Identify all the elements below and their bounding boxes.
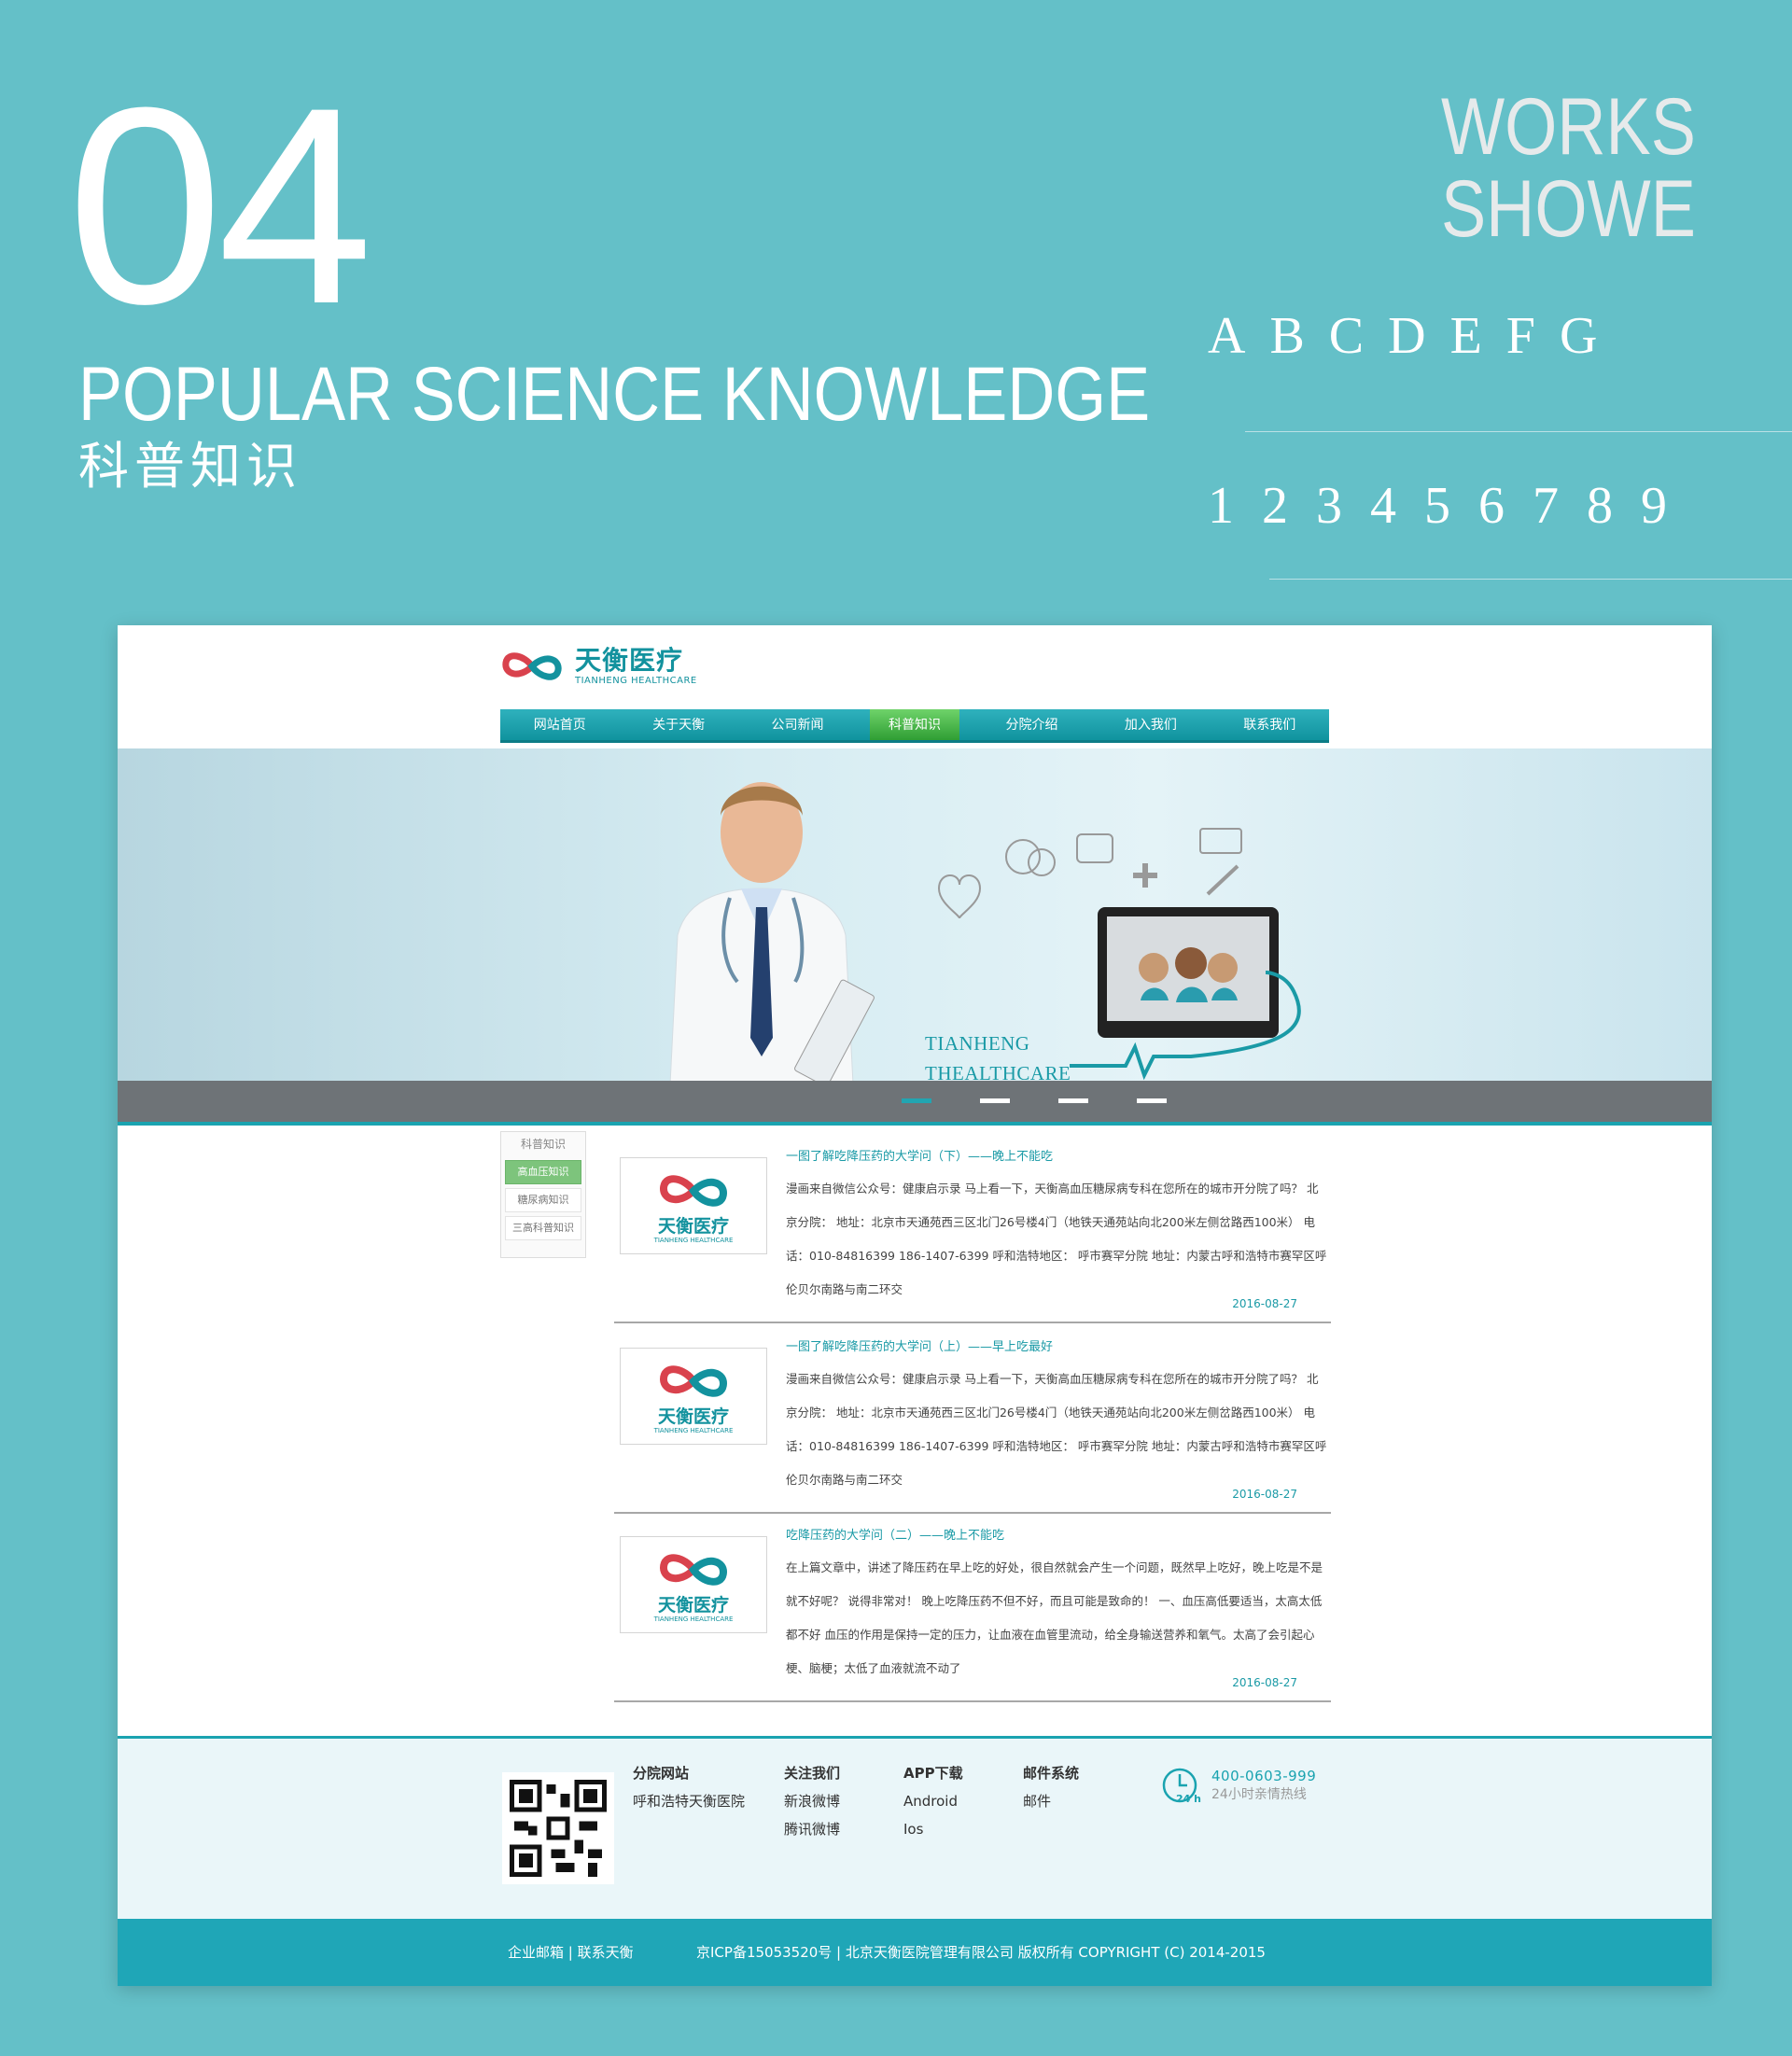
article-date: 2016-08-27 (1232, 1488, 1297, 1501)
thumb-logo-cn: 天衡医疗 (657, 1595, 729, 1615)
side-menu: 科普知识 高血压知识 糖尿病知识 三高科普知识 (500, 1131, 586, 1258)
article-thumbnail[interactable]: 天衡医疗 TIANHENG HEALTHCARE (620, 1536, 767, 1633)
section-title-cn: 科普知识 (78, 437, 302, 496)
works-line-2: SHOWE (1441, 164, 1696, 254)
carousel-dot[interactable] (1058, 1098, 1088, 1103)
nav-science[interactable]: 科普知识 (870, 709, 959, 740)
site-footer: 分院网站 呼和浩特天衡医院 关注我们 新浪微博 腾讯微博 APP下载 Andro… (118, 1736, 1712, 1919)
banner-line-1: TIANHENG (925, 1032, 1030, 1055)
footer-link[interactable]: 呼和浩特天衡医院 (633, 1787, 745, 1815)
works-label: WORKS SHOWE (1441, 86, 1696, 250)
logo-icon (502, 652, 562, 680)
nav-news[interactable]: 公司新闻 (738, 709, 857, 740)
footer-heading: APP下载 (903, 1765, 963, 1782)
bottom-links[interactable]: 企业邮箱 | 联系天衡 (508, 1919, 634, 1986)
article-title[interactable]: 一图了解吃降压药的大学问（下）——晚上不能吃 (786, 1148, 1053, 1167)
carousel-dot[interactable] (902, 1098, 931, 1103)
side-item-hypertension[interactable]: 高血压知识 (505, 1160, 581, 1184)
divider-line (1245, 431, 1792, 432)
footer-follow: 关注我们 新浪微博 腾讯微博 (784, 1759, 840, 1843)
nav-home[interactable]: 网站首页 (500, 709, 619, 740)
article-date: 2016-08-27 (1232, 1676, 1297, 1689)
thumb-logo-en: TIANHENG HEALTHCARE (653, 1237, 734, 1244)
divider-line (1269, 579, 1792, 580)
qr-code (502, 1772, 614, 1884)
nav-about[interactable]: 关于天衡 (619, 709, 737, 740)
footer-link[interactable]: 腾讯微博 (784, 1815, 840, 1843)
hotline: 24 h 400-0603-999 24小时亲情热线 (1161, 1767, 1316, 1808)
footer-branches: 分院网站 呼和浩特天衡医院 (633, 1759, 745, 1815)
banner-divider (118, 1122, 1712, 1126)
footer-link[interactable]: Android (903, 1787, 963, 1815)
hotline-label: 24小时亲情热线 (1211, 1787, 1307, 1802)
footer-app: APP下载 Android Ios (903, 1759, 963, 1843)
footer-heading: 邮件系统 (1023, 1765, 1080, 1782)
article-summary: 在上篇文章中，讲述了降压药在早上吃的好处，很自然就会产生一个问题，既然早上吃好，… (786, 1560, 1323, 1675)
carousel-dot[interactable] (1137, 1098, 1167, 1103)
banner-tagline: TIANHENG THEALTHCARE (925, 1028, 1071, 1088)
hotline-number[interactable]: 400-0603-999 (1211, 1767, 1316, 1785)
nav-contact[interactable]: 联系我们 (1211, 709, 1329, 740)
side-item-three-highs[interactable]: 三高科普知识 (505, 1216, 581, 1240)
article-title[interactable]: 一图了解吃降压药的大学问（上）——早上吃最好 (786, 1338, 1053, 1357)
article-thumbnail[interactable]: 天衡医疗 TIANHENG HEALTHCARE (620, 1348, 767, 1445)
article-summary: 漫画来自微信公众号：健康启示录 马上看一下，天衡高血压糖尿病专科在您所在的城市开… (786, 1372, 1327, 1487)
thumb-logo-cn: 天衡医疗 (657, 1406, 729, 1427)
clock-24h-icon: 24 h (1162, 1768, 1201, 1805)
footer-mail: 邮件系统 邮件 (1023, 1759, 1079, 1815)
thumb-logo-cn: 天衡医疗 (657, 1216, 729, 1237)
hero-banner: TIANHENG THEALTHCARE (118, 748, 1712, 1122)
thumb-logo-en: TIANHENG HEALTHCARE (653, 1427, 734, 1434)
article-thumbnail[interactable]: 天衡医疗 TIANHENG HEALTHCARE (620, 1157, 767, 1254)
letters-sample: ABCDEFG (1208, 307, 1622, 365)
copyright-bar: 企业邮箱 | 联系天衡 京ICP备15053520号 | 北京天衡医院管理有限公… (118, 1919, 1712, 1986)
qr-code-icon (510, 1780, 607, 1877)
side-menu-title: 科普知识 (520, 1138, 566, 1151)
banner-line-2: THEALTHCARE (925, 1062, 1071, 1084)
main-nav: 网站首页 关于天衡 公司新闻 科普知识 分院介绍 加入我们 联系我们 (500, 709, 1329, 743)
section-number: 04 (67, 49, 373, 362)
carousel-dot[interactable] (980, 1098, 1010, 1103)
logo-icon (660, 1365, 727, 1397)
article-summary: 漫画来自微信公众号：健康启示录 马上看一下，天衡高血压糖尿病专科在您所在的城市开… (786, 1182, 1327, 1296)
side-item-diabetes[interactable]: 糖尿病知识 (505, 1188, 581, 1212)
logo-icon (660, 1175, 727, 1207)
nav-branches[interactable]: 分院介绍 (973, 709, 1091, 740)
logo-icon (660, 1554, 727, 1586)
footer-link[interactable]: Ios (903, 1815, 963, 1843)
logo-text-cn: 天衡医疗 (575, 645, 684, 676)
article-item: 天衡医疗 TIANHENG HEALTHCARE 吃降压药的大学问（二）——晚上… (614, 1527, 1331, 1702)
works-line-1: WORKS (1441, 82, 1696, 172)
carousel-indicators (902, 1098, 1167, 1103)
doctor-illustration (667, 782, 875, 1122)
article-title[interactable]: 吃降压药的大学问（二）——晚上不能吃 (786, 1527, 1004, 1545)
article-item: 天衡医疗 TIANHENG HEALTHCARE 一图了解吃降压药的大学问（下）… (614, 1148, 1331, 1323)
nav-join[interactable]: 加入我们 (1091, 709, 1210, 740)
thumb-logo-en: TIANHENG HEALTHCARE (653, 1615, 734, 1623)
copyright-text: 京ICP备15053520号 | 北京天衡医院管理有限公司 版权所有 COPYR… (696, 1944, 1266, 1961)
digits-sample: 123456789 (1208, 477, 1695, 535)
clock-label: 24 h (1176, 1793, 1201, 1805)
article-item: 天衡医疗 TIANHENG HEALTHCARE 一图了解吃降压药的大学问（上）… (614, 1338, 1331, 1514)
site-logo[interactable]: 天衡医疗 TIANHENG HEALTHCARE (500, 646, 697, 687)
section-title: POPULAR SCIENCE KNOWLEDGE (78, 352, 1151, 437)
logo-text-en: TIANHENG HEALTHCARE (575, 676, 697, 686)
article-date: 2016-08-27 (1232, 1297, 1297, 1310)
footer-link[interactable]: 新浪微博 (784, 1787, 840, 1815)
website-mockup: 天衡医疗 TIANHENG HEALTHCARE 网站首页 关于天衡 公司新闻 … (118, 625, 1712, 1986)
footer-heading: 分院网站 (633, 1765, 690, 1782)
footer-heading: 关注我们 (784, 1765, 841, 1782)
footer-link[interactable]: 邮件 (1023, 1787, 1079, 1815)
